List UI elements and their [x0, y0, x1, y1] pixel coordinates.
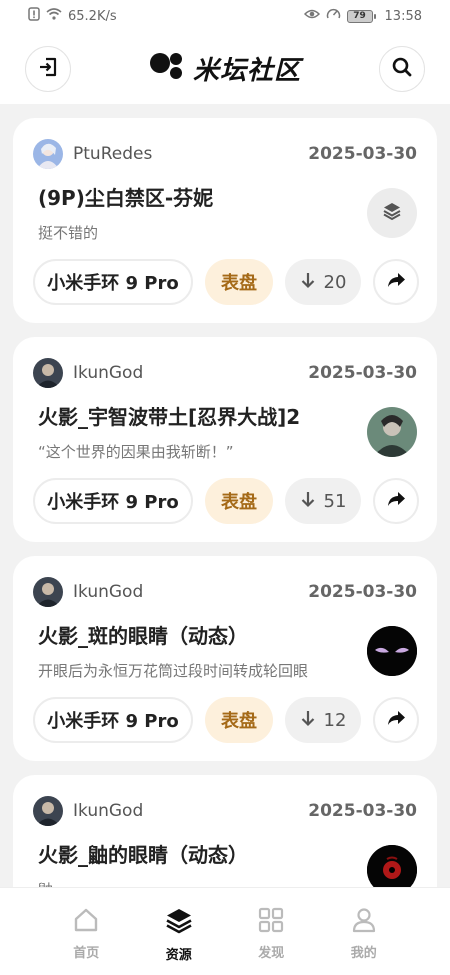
download-count: 20: [323, 271, 347, 293]
post-date: 2025-03-30: [308, 363, 417, 383]
network-speed: 65.2K/s: [68, 8, 117, 24]
nav-discover[interactable]: 发现: [241, 888, 301, 975]
layers-icon: [381, 200, 403, 226]
share-icon: [386, 271, 406, 294]
post-thumbnail[interactable]: [367, 845, 417, 887]
post-thumbnail[interactable]: [367, 188, 417, 238]
arrow-down-icon: [300, 490, 316, 513]
download-count: 12: [323, 709, 347, 731]
download-button[interactable]: 51: [285, 478, 361, 524]
download-button[interactable]: 20: [285, 259, 361, 305]
post-description: 挺不错的: [38, 224, 99, 242]
home-icon: [72, 906, 100, 938]
share-icon: [386, 709, 406, 732]
character-image: [367, 407, 417, 457]
post-description: 开眼后为永恒万花筒过段时间转成轮回眼: [38, 662, 309, 680]
search-icon: [391, 56, 413, 82]
user-icon: [350, 906, 378, 938]
status-bar: 65.2K/s 79 13:58: [0, 0, 450, 32]
type-tag[interactable]: 表盘: [205, 697, 273, 743]
app-header: 米坛社区: [0, 32, 450, 104]
resource-feed[interactable]: PtuRedes 2025-03-30 (9P)尘白禁区-芬妮 挺不错的 小米手…: [0, 104, 450, 887]
type-tag[interactable]: 表盘: [205, 478, 273, 524]
login-button[interactable]: [25, 46, 71, 92]
nav-label: 首页: [73, 946, 100, 961]
battery-icon: 79: [346, 9, 376, 23]
app-title: 米坛社区: [192, 55, 301, 86]
arrow-down-icon: [300, 271, 316, 294]
sharingan-image: [367, 845, 417, 887]
grid-icon: [257, 906, 285, 938]
post-title[interactable]: 火影_宇智波带土[忍界大战]2: [38, 401, 300, 430]
nav-resources[interactable]: 资源: [149, 888, 209, 975]
eye-icon: [303, 8, 320, 24]
nav-label: 资源: [165, 948, 192, 963]
nav-label: 我的: [350, 946, 377, 961]
avatar[interactable]: [33, 139, 63, 169]
nav-profile[interactable]: 我的: [334, 888, 394, 975]
nav-label: 发现: [258, 946, 285, 961]
share-button[interactable]: [373, 478, 419, 524]
brand: 米坛社区: [149, 50, 301, 87]
alert-icon: [28, 7, 40, 25]
post-date: 2025-03-30: [308, 582, 417, 602]
user-name[interactable]: PtuRedes: [73, 144, 152, 164]
user-name[interactable]: IkunGod: [73, 801, 143, 821]
download-button[interactable]: 12: [285, 697, 361, 743]
avatar[interactable]: [33, 577, 63, 607]
search-button[interactable]: [379, 46, 425, 92]
post-title[interactable]: (9P)尘白禁区-芬妮: [38, 182, 213, 211]
post-description: 鼬: [38, 879, 53, 887]
login-icon: [37, 56, 59, 82]
clock-time: 13:58: [384, 8, 422, 24]
logo-icon: [149, 51, 185, 85]
avatar[interactable]: [33, 796, 63, 826]
post-title[interactable]: 火影_鼬的眼睛（动态）: [38, 839, 248, 868]
type-tag[interactable]: 表盘: [205, 259, 273, 305]
speedometer-icon: [326, 7, 341, 25]
nav-home[interactable]: 首页: [56, 888, 116, 975]
post-card[interactable]: PtuRedes 2025-03-30 (9P)尘白禁区-芬妮 挺不错的 小米手…: [13, 118, 437, 323]
share-button[interactable]: [373, 259, 419, 305]
post-date: 2025-03-30: [308, 801, 417, 821]
post-description: “这个世界的因果由我斩断！”: [38, 443, 234, 461]
eyes-image: [367, 626, 417, 676]
user-name[interactable]: IkunGod: [73, 363, 143, 383]
post-card[interactable]: IkunGod 2025-03-30 火影_斑的眼睛（动态） 开眼后为永恒万花筒…: [13, 556, 437, 761]
download-count: 51: [323, 490, 347, 512]
device-tag[interactable]: 小米手环 9 Pro: [33, 478, 193, 524]
post-card[interactable]: IkunGod 2025-03-30 火影_鼬的眼睛（动态） 鼬: [13, 775, 437, 887]
post-card[interactable]: IkunGod 2025-03-30 火影_宇智波带土[忍界大战]2 “这个世界…: [13, 337, 437, 542]
arrow-down-icon: [300, 709, 316, 732]
post-title[interactable]: 火影_斑的眼睛（动态）: [38, 620, 248, 649]
device-tag[interactable]: 小米手环 9 Pro: [33, 697, 193, 743]
device-tag[interactable]: 小米手环 9 Pro: [33, 259, 193, 305]
share-icon: [386, 490, 406, 513]
post-thumbnail[interactable]: [367, 407, 417, 457]
wifi-icon: [46, 8, 62, 24]
bottom-nav: 首页 资源 发现 我的: [0, 887, 450, 975]
avatar[interactable]: [33, 358, 63, 388]
post-thumbnail[interactable]: [367, 626, 417, 676]
user-name[interactable]: IkunGod: [73, 582, 143, 602]
post-date: 2025-03-30: [308, 144, 417, 164]
layers-icon: [164, 906, 194, 940]
share-button[interactable]: [373, 697, 419, 743]
